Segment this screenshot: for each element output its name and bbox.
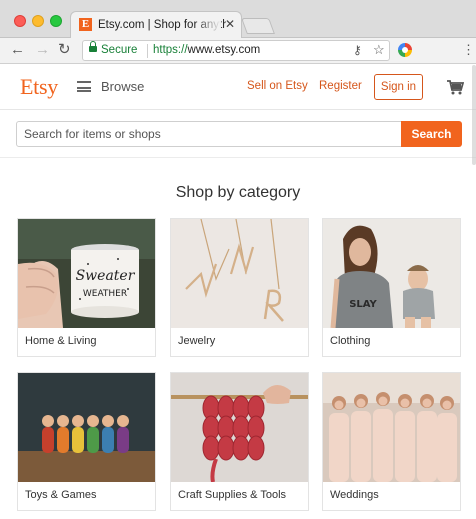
- address-separator: [147, 44, 148, 58]
- browser-toolbar: ← → ↻ Secure https://www.etsy.com ⚷ ☆ ⋮: [0, 38, 476, 64]
- header-divider: [0, 157, 476, 158]
- lock-icon: [89, 41, 97, 52]
- secure-label: Secure: [101, 44, 138, 56]
- browser-window: E Etsy.com | Shop for anything fr ✕ ← → …: [0, 0, 476, 519]
- mug-text-line1: Sweater: [76, 268, 136, 284]
- url-text: https://www.etsy.com: [153, 44, 260, 56]
- new-tab-button[interactable]: [241, 18, 275, 34]
- search-input[interactable]: [16, 121, 402, 147]
- category-label: Jewelry: [178, 335, 216, 347]
- minimize-window-button[interactable]: [32, 15, 44, 27]
- section-title: Shop by category: [175, 184, 301, 201]
- reload-icon[interactable]: ↻: [58, 42, 71, 58]
- etsy-favicon-icon: E: [79, 18, 92, 31]
- category-card-jewelry[interactable]: Jewelry: [170, 218, 309, 357]
- etsy-page: Etsy Browse Sell on Etsy Register Sign i…: [0, 65, 476, 519]
- category-card-craft-supplies[interactable]: Craft Supplies & Tools: [170, 372, 309, 511]
- page-scrollbar[interactable]: [472, 65, 476, 165]
- clothing-photo: SLAY: [323, 219, 460, 328]
- bookmark-star-icon[interactable]: ☆: [373, 42, 385, 58]
- url-host: www.etsy.com: [187, 44, 261, 56]
- mug-photo: Sweater WEATHER: [18, 219, 155, 328]
- close-window-button[interactable]: [14, 15, 26, 27]
- category-label: Clothing: [330, 335, 371, 347]
- toys-photo: [18, 373, 155, 482]
- category-label: Craft Supplies & Tools: [178, 489, 287, 501]
- url-protocol: https://: [153, 44, 188, 56]
- category-label: Weddings: [330, 489, 379, 501]
- extension-icon[interactable]: [398, 43, 412, 57]
- category-label: Home & Living: [25, 335, 97, 347]
- hamburger-menu-icon[interactable]: [77, 81, 91, 92]
- shopping-cart-icon[interactable]: [446, 79, 464, 95]
- browser-menu-icon[interactable]: ⋮: [462, 42, 475, 58]
- key-icon[interactable]: ⚷: [353, 43, 362, 57]
- close-tab-icon[interactable]: ✕: [225, 17, 235, 31]
- category-card-home-living[interactable]: Sweater WEATHER Home & Living: [17, 218, 156, 357]
- zoom-window-button[interactable]: [50, 15, 62, 27]
- browse-link[interactable]: Browse: [101, 79, 144, 94]
- back-arrow-icon[interactable]: ←: [10, 42, 25, 58]
- sign-in-button[interactable]: Sign in: [374, 74, 423, 100]
- mug-text-line2: WEATHER: [83, 289, 127, 299]
- address-bar[interactable]: Secure https://www.etsy.com ⚷ ☆: [82, 40, 390, 61]
- browser-tab[interactable]: E Etsy.com | Shop for anything fr ✕: [70, 11, 242, 38]
- register-link[interactable]: Register: [319, 80, 362, 92]
- etsy-logo[interactable]: Etsy: [20, 74, 58, 100]
- weddings-photo: [323, 373, 460, 482]
- search-button[interactable]: Search: [401, 121, 462, 147]
- sell-on-etsy-link[interactable]: Sell on Etsy: [247, 80, 308, 92]
- forward-arrow-icon[interactable]: →: [35, 42, 50, 58]
- knitting-photo: [171, 373, 308, 482]
- category-card-clothing[interactable]: SLAY Clothing: [322, 218, 461, 357]
- category-card-weddings[interactable]: Weddings: [322, 372, 461, 511]
- category-label: Toys & Games: [25, 489, 97, 501]
- category-card-toys-games[interactable]: Toys & Games: [17, 372, 156, 511]
- tab-title-fade: [195, 15, 221, 35]
- jewelry-photo: [171, 219, 308, 328]
- svg-text:SLAY: SLAY: [349, 299, 377, 310]
- site-header: Etsy Browse Sell on Etsy Register Sign i…: [0, 65, 476, 110]
- title-bar: E Etsy.com | Shop for anything fr ✕: [0, 0, 476, 38]
